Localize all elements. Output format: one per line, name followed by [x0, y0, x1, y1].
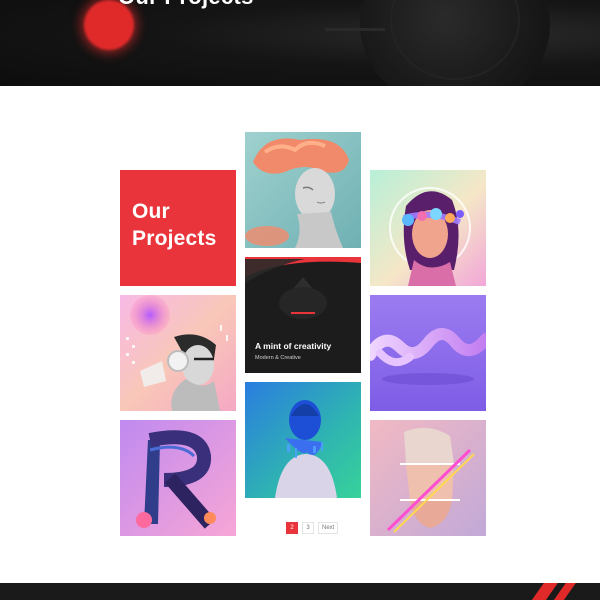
projects-gallery: Our Projects A mint of creativity Modern…	[0, 86, 600, 586]
pagination: 2 3 Next	[286, 522, 339, 534]
project-tile-planet-headset-portrait[interactable]	[370, 170, 486, 286]
project-tile-evolution-3d-type[interactable]	[370, 295, 486, 411]
headphones-man-portrait-image	[120, 295, 236, 411]
fractured-face-portrait-image	[370, 420, 486, 536]
project-tile-fractured-face-portrait[interactable]	[370, 420, 486, 536]
featured-project-title: A mint of creativity	[255, 341, 332, 351]
planet-headset-portrait-image	[370, 170, 486, 286]
next-page-button[interactable]: Next	[318, 522, 339, 534]
project-tile-blue-glitch-figure[interactable]	[245, 382, 361, 498]
intro-title-line-1: Our	[132, 200, 170, 223]
intro-title-line-2: Projects	[132, 227, 217, 250]
coral-sculpture-portrait-image	[245, 132, 361, 248]
hero-banner: Our Projects	[0, 0, 600, 86]
project-tile-coral-sculpture-portrait[interactable]	[245, 132, 361, 248]
intro-title: Our Projects	[132, 198, 232, 252]
evolution-3d-type-image	[370, 295, 486, 411]
project-tile-a-mint-of-creativity[interactable]: A mint of creativity Modern & Creative	[245, 257, 361, 373]
page-title: Our Projects	[118, 0, 254, 10]
project-tile-headphones-man-portrait[interactable]	[120, 295, 236, 411]
hero-divider	[325, 28, 385, 31]
footer-bar	[0, 583, 600, 600]
r-letter-3d-art-image	[120, 420, 236, 536]
projects-intro-tile: Our Projects	[120, 170, 236, 286]
featured-project-subtitle: Modern & Creative	[255, 355, 301, 361]
project-tile-r-letter-3d-art[interactable]	[120, 420, 236, 536]
page-button-3[interactable]: 3	[302, 522, 314, 534]
page-button-2[interactable]: 2	[286, 522, 298, 534]
blue-glitch-figure-image	[245, 382, 361, 498]
